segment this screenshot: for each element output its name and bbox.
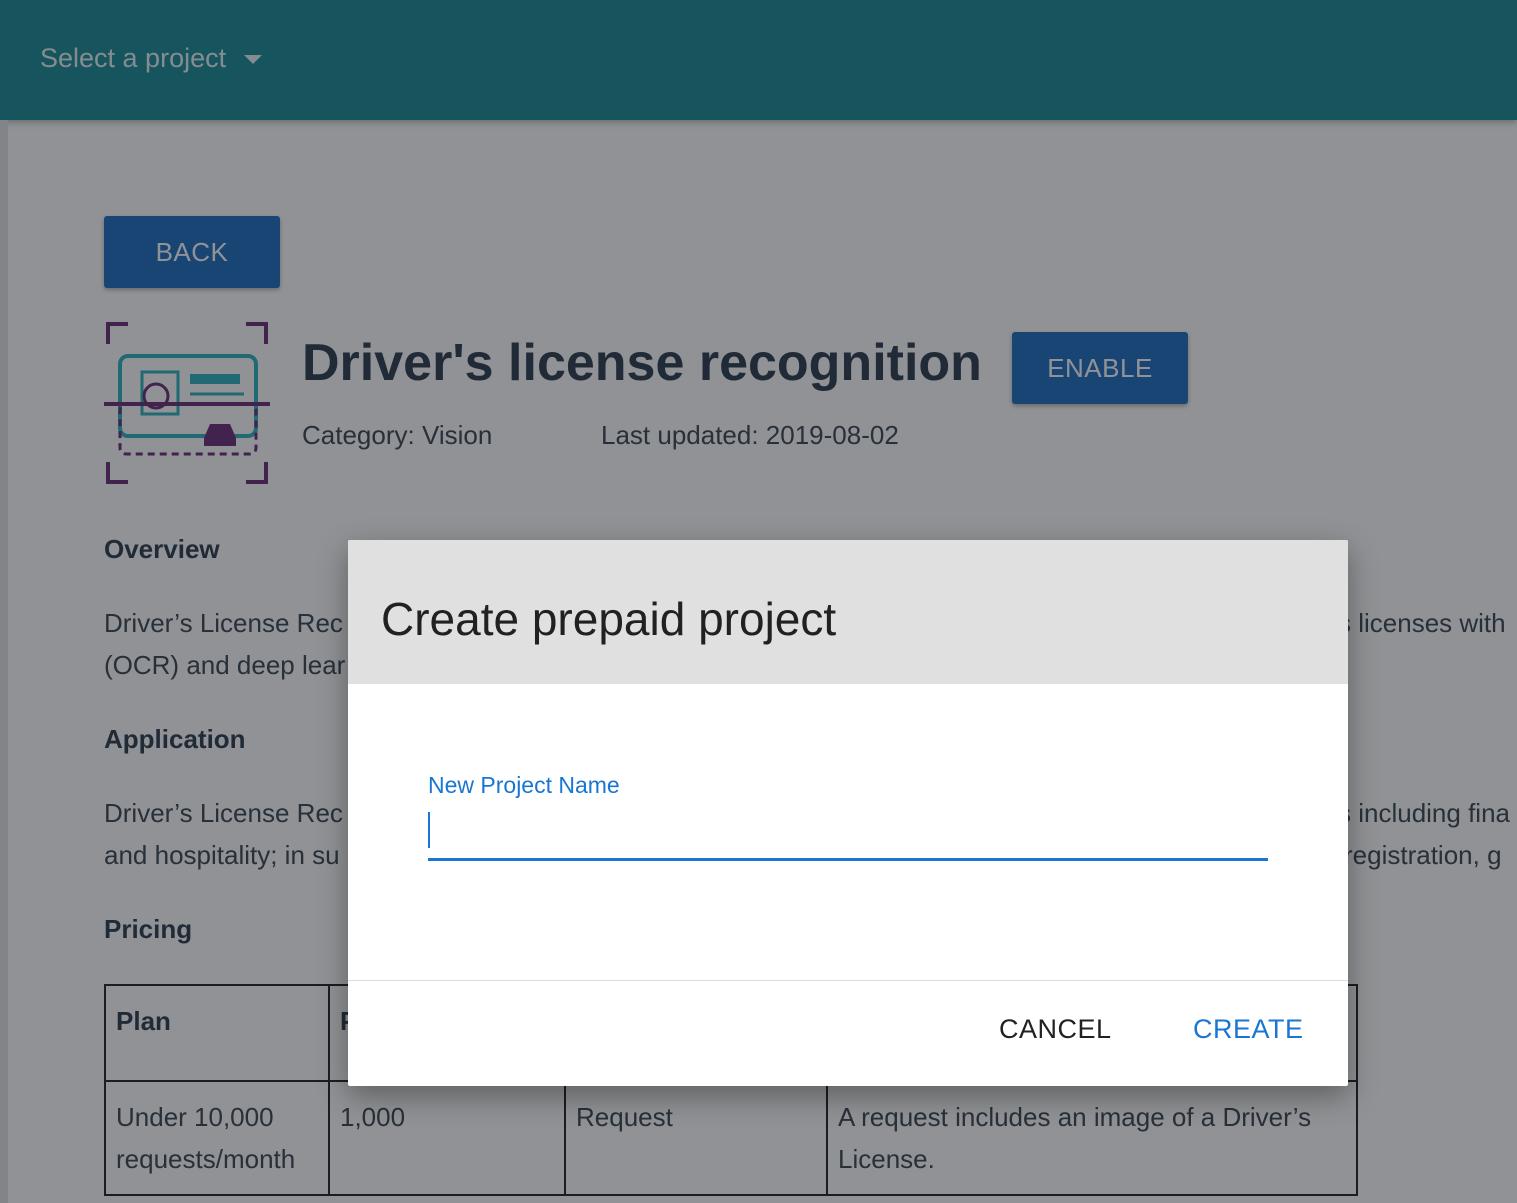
- dialog-header: Create prepaid project: [348, 540, 1348, 684]
- project-name-input[interactable]: [428, 810, 1268, 861]
- dialog-title: Create prepaid project: [381, 593, 837, 645]
- text-cursor: [428, 812, 430, 848]
- create-project-dialog: Create prepaid project New Project Name …: [348, 540, 1348, 1086]
- create-button[interactable]: CREATE: [1193, 1014, 1304, 1045]
- dialog-divider: [348, 980, 1348, 981]
- project-name-label: New Project Name: [428, 772, 620, 798]
- cancel-button[interactable]: CANCEL: [999, 1014, 1112, 1045]
